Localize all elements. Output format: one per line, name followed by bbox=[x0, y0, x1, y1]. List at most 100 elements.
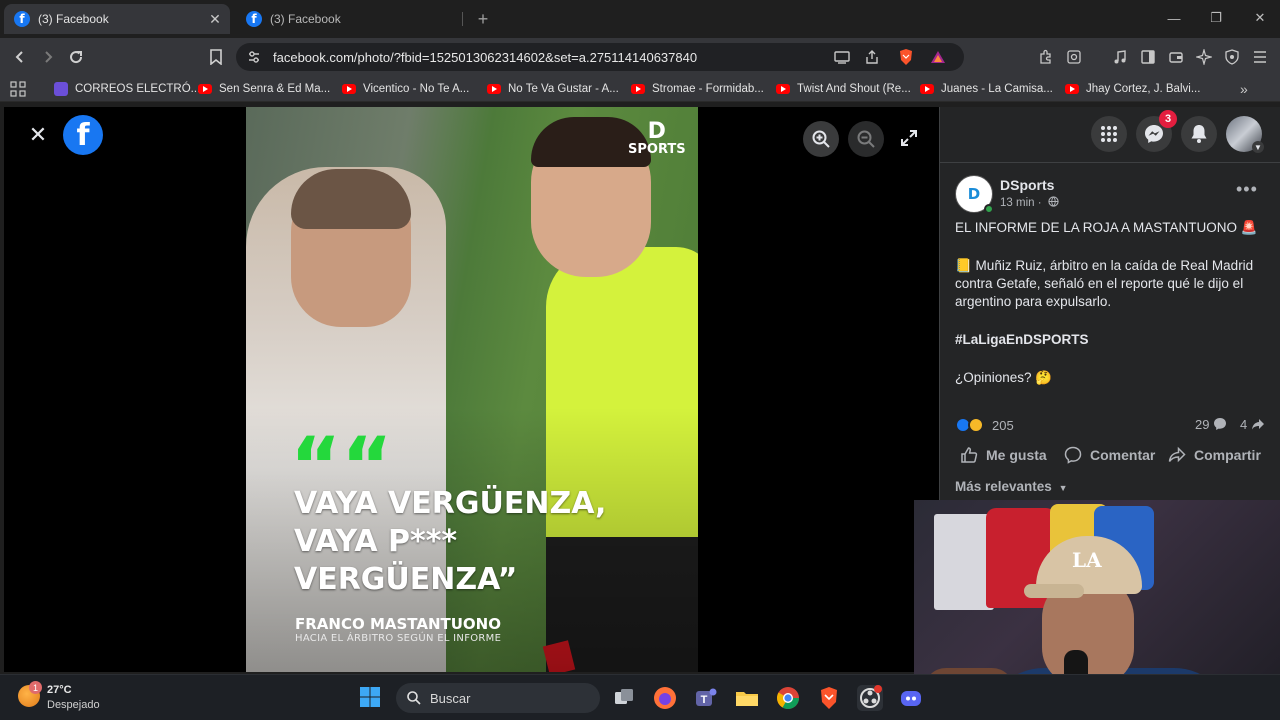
media-icon[interactable] bbox=[1108, 45, 1132, 69]
tab-facebook-active[interactable]: f (3) Facebook ✕ bbox=[4, 4, 230, 34]
bookmark-icon[interactable] bbox=[204, 45, 228, 69]
tab-title: (3) Facebook bbox=[38, 12, 109, 26]
new-tab-icon[interactable]: + bbox=[472, 8, 494, 30]
comment-button[interactable]: Comentar bbox=[1064, 446, 1155, 464]
back-icon[interactable] bbox=[8, 45, 32, 69]
reload-icon[interactable] bbox=[64, 45, 88, 69]
quote-line: VAYA VERGÜENZA, bbox=[294, 486, 607, 521]
share-icon[interactable] bbox=[860, 45, 884, 69]
like-button[interactable]: Me gusta bbox=[960, 446, 1047, 464]
sidebar-toggle-icon[interactable] bbox=[1136, 45, 1160, 69]
notifications-button[interactable] bbox=[1181, 116, 1217, 152]
bookmark-label: Vicentico - No Te A... bbox=[363, 83, 470, 95]
apps-grid-icon[interactable] bbox=[10, 80, 26, 98]
reaction-count[interactable]: 205 bbox=[992, 418, 1014, 433]
firefox-icon[interactable] bbox=[652, 685, 678, 711]
comment-sort-dropdown[interactable]: Más relevantes ▼ bbox=[955, 479, 1068, 494]
zoom-out-button[interactable] bbox=[848, 121, 884, 157]
task-view-icon[interactable] bbox=[611, 685, 637, 711]
bookmark-label: CORREOS ELECTRÓ... bbox=[75, 83, 201, 95]
close-viewer-icon[interactable]: ✕ bbox=[26, 122, 50, 147]
menu-icon[interactable] bbox=[1248, 45, 1272, 69]
search-icon bbox=[407, 691, 421, 705]
brave-browser-icon[interactable] bbox=[816, 685, 842, 711]
wallet-icon[interactable] bbox=[1164, 45, 1188, 69]
weather-temperature[interactable]: 27°C bbox=[47, 684, 72, 696]
mail-icon bbox=[54, 82, 68, 96]
chrome-icon[interactable] bbox=[775, 685, 801, 711]
post-title: EL INFORME DE LA ROJA A MASTANTUONO 🚨 bbox=[955, 220, 1258, 235]
restore-icon[interactable]: ❐ bbox=[1198, 6, 1234, 30]
bookmark-item[interactable]: Vicentico - No Te A... bbox=[342, 80, 469, 98]
bookmark-label: Stromae - Formidab... bbox=[652, 83, 764, 95]
window-close-icon[interactable]: ✕ bbox=[1242, 6, 1278, 30]
chevron-down-icon[interactable]: ▼ bbox=[1252, 141, 1264, 153]
bookmark-item[interactable]: Jhay Cortez, J. Balvi... bbox=[1065, 80, 1200, 98]
comment-bubble-icon bbox=[1214, 418, 1227, 430]
post-time[interactable]: 13 min · bbox=[1000, 196, 1059, 209]
comment-count[interactable]: 29 bbox=[1195, 417, 1227, 432]
bookmark-item[interactable]: No Te Va Gustar - A... bbox=[487, 80, 619, 98]
messenger-icon bbox=[1145, 125, 1163, 143]
share-icon bbox=[1168, 446, 1186, 463]
post-hashtag[interactable]: #LaLigaEnDSPORTS bbox=[955, 331, 1270, 349]
page-name[interactable]: DSports bbox=[1000, 177, 1054, 193]
tab-facebook[interactable]: f (3) Facebook bbox=[236, 4, 462, 34]
comment-icon bbox=[1064, 446, 1082, 464]
teams-icon[interactable]: T bbox=[693, 685, 719, 711]
fullscreen-icon[interactable] bbox=[900, 129, 922, 151]
tactics-board bbox=[934, 514, 994, 610]
share-button[interactable]: Compartir bbox=[1168, 446, 1261, 464]
quote-text: VAYA VERGÜENZA, VAYA P*** VERGÜENZA” bbox=[294, 485, 694, 599]
more-bookmarks-icon[interactable]: » bbox=[1240, 80, 1248, 98]
file-explorer-icon[interactable] bbox=[734, 685, 760, 711]
share-arrow-icon bbox=[1251, 419, 1264, 430]
weather-condition[interactable]: Despejado bbox=[47, 699, 100, 711]
extensions-icon[interactable] bbox=[1034, 45, 1058, 69]
discord-icon[interactable] bbox=[898, 685, 924, 711]
zoom-in-button[interactable] bbox=[803, 121, 839, 157]
thumbs-up-icon bbox=[961, 447, 978, 463]
leo-ai-icon[interactable] bbox=[1192, 45, 1216, 69]
install-app-icon[interactable] bbox=[830, 45, 854, 69]
player-hair bbox=[291, 169, 411, 229]
share-count[interactable]: 4 bbox=[1240, 417, 1265, 432]
post-photo[interactable]: D SPORTS ““ VAYA VERGÜENZA, VAYA P*** VE… bbox=[246, 107, 698, 672]
weather-badge: 1 bbox=[29, 681, 42, 694]
menu-grid-button[interactable] bbox=[1091, 116, 1127, 152]
share-count-value: 4 bbox=[1240, 417, 1248, 432]
more-options-icon[interactable]: ••• bbox=[1236, 179, 1258, 200]
post-time-text: 13 min · bbox=[1000, 197, 1042, 209]
tab-title: (3) Facebook bbox=[270, 12, 341, 26]
post-question: ¿Opiniones? 🤔 bbox=[955, 370, 1053, 385]
vpn-icon[interactable] bbox=[1220, 45, 1244, 69]
screenshot-icon[interactable] bbox=[1062, 45, 1086, 69]
bookmark-item[interactable]: Stromae - Formidab... bbox=[631, 80, 764, 98]
start-icon[interactable] bbox=[358, 685, 384, 711]
youtube-icon bbox=[920, 84, 934, 94]
haha-reaction-icon[interactable] bbox=[968, 417, 984, 433]
brave-rewards-icon[interactable] bbox=[926, 45, 950, 69]
taskbar-search[interactable]: Buscar bbox=[396, 683, 600, 713]
quote-line: VERGÜENZA” bbox=[294, 562, 518, 597]
bookmark-item[interactable]: CORREOS ELECTRÓ... bbox=[54, 80, 200, 98]
bookmark-item[interactable]: Juanes - La Camisa... bbox=[920, 80, 1053, 98]
brave-shields-icon[interactable] bbox=[894, 45, 918, 69]
address-bar[interactable]: facebook.com/photo/?fbid=152501306231460… bbox=[236, 43, 964, 71]
bookmark-item[interactable]: Sen Senra & Ed Ma... bbox=[198, 80, 330, 98]
minimize-icon[interactable]: — bbox=[1156, 6, 1192, 30]
tab-close-icon[interactable]: ✕ bbox=[206, 10, 224, 28]
comment-count-value: 29 bbox=[1195, 417, 1210, 432]
site-info-icon[interactable] bbox=[247, 50, 261, 69]
youtube-icon bbox=[342, 84, 356, 94]
cap-bill bbox=[1024, 584, 1084, 598]
post-stats: 205 29 4 bbox=[955, 415, 1270, 435]
bookmark-item[interactable]: Twist And Shout (Re... bbox=[776, 80, 911, 98]
bookmark-label: Twist And Shout (Re... bbox=[797, 83, 911, 95]
bookmark-label: Sen Senra & Ed Ma... bbox=[219, 83, 331, 95]
tab-divider bbox=[462, 12, 463, 26]
watermark-letter: D bbox=[647, 119, 666, 144]
globe-icon bbox=[1048, 196, 1059, 207]
facebook-logo-icon[interactable]: f bbox=[63, 115, 103, 155]
forward-icon[interactable] bbox=[36, 45, 60, 69]
